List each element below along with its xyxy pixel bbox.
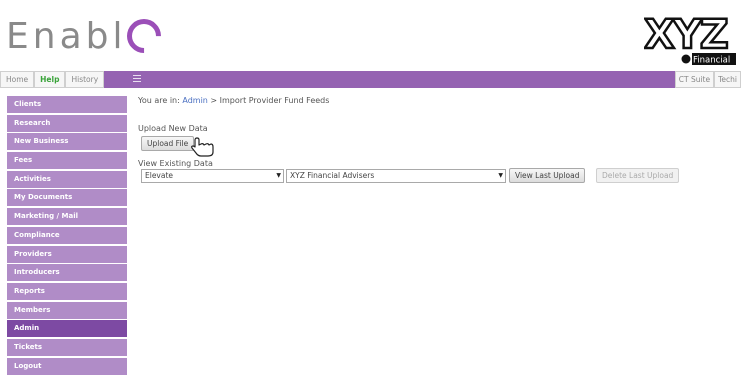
breadcrumb-separator: > <box>210 96 218 105</box>
sidebar-item-fees[interactable]: Fees <box>7 152 127 170</box>
adviser-select-value: XYZ Financial Advisers <box>290 171 375 180</box>
brand-dot-icon <box>681 54 691 64</box>
tab-help[interactable]: Help <box>34 71 66 88</box>
tab-home[interactable]: Home <box>0 71 35 88</box>
dropdown-arrow-icon: ▼ <box>276 172 281 179</box>
tab-techi[interactable]: Techi <box>714 71 741 88</box>
hand-cursor-icon <box>191 137 214 157</box>
delete-last-upload-button[interactable]: Delete Last Upload <box>596 168 680 183</box>
brand-big-text: XYZ <box>644 12 728 58</box>
right-nav-tabs: CT Suite Techi <box>674 71 741 88</box>
menu-icon[interactable] <box>133 75 141 83</box>
upload-section-label: Upload New Data <box>138 124 208 133</box>
sidebar-item-compliance[interactable]: Compliance <box>7 226 127 244</box>
sidebar-item-admin[interactable]: Admin <box>7 320 127 338</box>
breadcrumb: You are in: Admin > Import Provider Fund… <box>138 96 738 105</box>
sidebar-item-reports[interactable]: Reports <box>7 282 127 300</box>
tab-ct-suite[interactable]: CT Suite <box>674 71 715 88</box>
adviser-select[interactable]: XYZ Financial Advisers ▼ <box>286 169 506 183</box>
view-last-upload-button[interactable]: View Last Upload <box>509 168 586 183</box>
provider-select[interactable]: Elevate ▼ <box>141 169 284 183</box>
brand-small-text: Financial <box>693 56 730 66</box>
sidebar-item-introducers[interactable]: Introducers <box>7 264 127 282</box>
sidebar-item-clients[interactable]: Clients <box>7 96 127 113</box>
tab-history[interactable]: History <box>65 71 105 88</box>
upload-file-button[interactable]: Upload File <box>141 136 195 151</box>
nav-tabs: Home Help History <box>0 71 105 88</box>
xyz-financial-logo: XYZ Financial <box>644 11 736 66</box>
sidebar-item-members[interactable]: Members <box>7 301 127 319</box>
sidebar-item-tickets[interactable]: Tickets <box>7 338 127 356</box>
provider-select-value: Elevate <box>145 171 174 180</box>
header: Enabl XYZ Financial <box>0 0 741 70</box>
dropdown-arrow-icon: ▼ <box>498 172 503 179</box>
sidebar-item-logout[interactable]: Logout <box>7 357 127 375</box>
logo-ring-icon <box>120 11 169 61</box>
sidebar-item-my-documents[interactable]: My Documents <box>7 189 127 207</box>
sidebar-item-research[interactable]: Research <box>7 114 127 132</box>
breadcrumb-prefix: You are in: <box>138 96 180 105</box>
view-section-label: View Existing Data <box>138 159 213 168</box>
sidebar-item-providers[interactable]: Providers <box>7 245 127 263</box>
sidebar-item-new-business[interactable]: New Business <box>7 133 127 151</box>
logo-text: Enabl <box>6 16 127 57</box>
sidebar-item-marketing-mail[interactable]: Marketing / Mail <box>7 208 127 226</box>
breadcrumb-current: Import Provider Fund Feeds <box>219 96 330 105</box>
sidebar: Clients Research New Business Fees Activ… <box>7 96 127 376</box>
breadcrumb-link-admin[interactable]: Admin <box>182 96 208 105</box>
sidebar-item-activities[interactable]: Activities <box>7 170 127 188</box>
top-nav-bar: Home Help History CT Suite Techi <box>0 71 741 88</box>
enable-logo[interactable]: Enabl <box>6 11 169 61</box>
main-content: You are in: Admin > Import Provider Fund… <box>138 96 738 183</box>
